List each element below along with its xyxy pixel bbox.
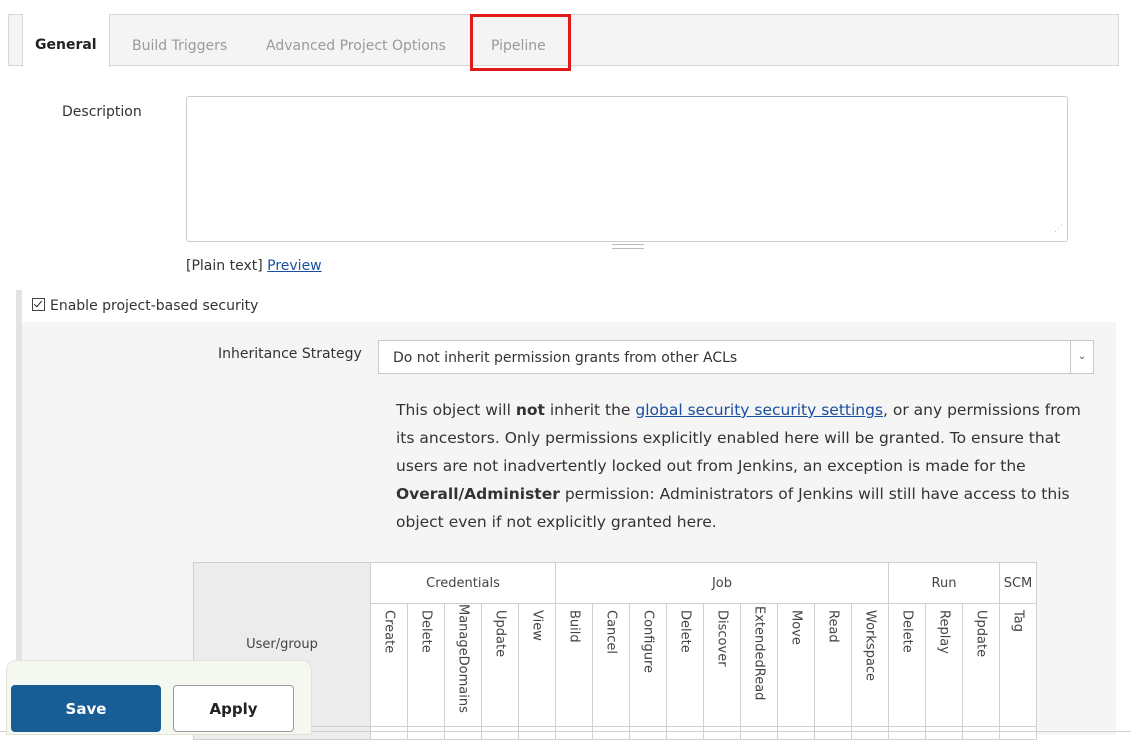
perm-scm-tag: Tag — [999, 603, 1037, 727]
inheritance-strategy-value: Do not inherit permission grants from ot… — [393, 350, 738, 366]
inheritance-info-text: This object will not inherit the global … — [396, 396, 1086, 536]
perm-credentials-update: Update — [481, 603, 519, 727]
preview-link[interactable]: Preview — [267, 258, 322, 274]
plain-text-label: [Plain text] — [186, 258, 263, 274]
perm-credentials-managedomains: ManageDomains — [444, 603, 482, 727]
perm-job-cancel: Cancel — [592, 603, 630, 727]
info-text-1: This object will — [396, 401, 516, 419]
checkbox-checked-icon[interactable] — [32, 298, 45, 311]
group-credentials: Credentials — [370, 562, 556, 604]
group-run: Run — [888, 562, 1000, 604]
perm-job-workspace: Workspace — [851, 603, 889, 727]
perm-run-delete: Delete — [888, 603, 926, 727]
perm-run-replay: Replay — [925, 603, 963, 727]
info-bold-not: not — [515, 401, 545, 419]
tab-general[interactable]: General — [22, 14, 110, 67]
perm-credentials-delete: Delete — [407, 603, 445, 727]
perm-job-discover: Discover — [703, 603, 741, 727]
perm-job-delete: Delete — [666, 603, 704, 727]
tab-advanced-project-options[interactable]: Advanced Project Options — [266, 15, 446, 67]
group-job: Job — [555, 562, 889, 604]
textarea-corner-grip-icon[interactable]: ⋰ — [1054, 224, 1063, 234]
info-bold-overall-administer: Overall/Administer — [396, 485, 560, 503]
description-label: Description — [62, 104, 142, 120]
perm-job-extendedread: ExtendedRead — [740, 603, 778, 727]
permissions-table: User/group Credentials Job Run SCM Creat… — [193, 562, 1037, 740]
perm-run-update: Update — [962, 603, 1000, 727]
inheritance-strategy-label: Inheritance Strategy — [218, 346, 362, 362]
perm-credentials-view: View — [518, 603, 556, 727]
inheritance-strategy-select[interactable]: Do not inherit permission grants from ot… — [378, 340, 1094, 374]
perm-job-configure: Configure — [629, 603, 667, 727]
info-text-2: inherit the — [544, 401, 636, 419]
save-button[interactable]: Save — [11, 685, 161, 732]
tab-build-triggers[interactable]: Build Triggers — [132, 15, 227, 67]
apply-button[interactable]: Apply — [173, 685, 294, 732]
description-textarea[interactable] — [186, 96, 1068, 242]
enable-security-row[interactable]: Enable project-based security — [32, 298, 258, 314]
pipeline-tab-highlight — [470, 14, 571, 71]
perm-job-move: Move — [777, 603, 815, 727]
description-format: [Plain text] Preview — [186, 258, 322, 274]
group-scm: SCM — [999, 562, 1037, 604]
perm-job-read: Read — [814, 603, 852, 727]
enable-security-label: Enable project-based security — [50, 298, 259, 314]
perm-credentials-create: Create — [370, 603, 408, 727]
perm-job-build: Build — [555, 603, 593, 727]
chevron-down-icon[interactable]: ⌄ — [1070, 341, 1093, 373]
global-security-link[interactable]: global security security settings — [635, 401, 883, 419]
textarea-resize-handle[interactable] — [612, 244, 644, 249]
user-group-header-label: User/group — [246, 637, 318, 652]
table-row — [193, 726, 1037, 740]
